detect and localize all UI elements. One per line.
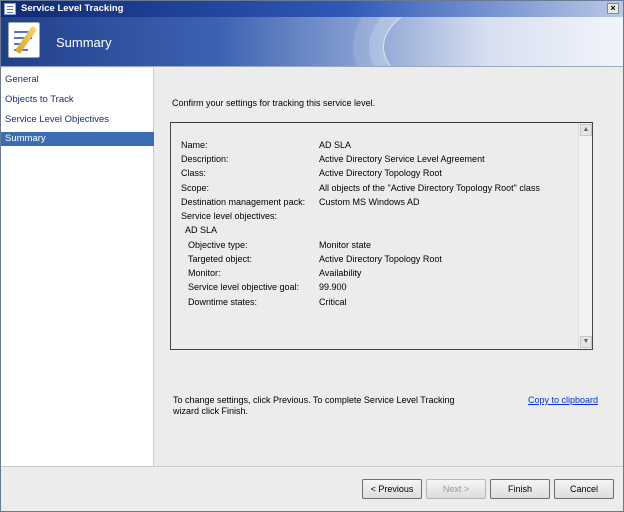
window-title: Service Level Tracking xyxy=(21,3,124,14)
header-banner: Summary xyxy=(1,17,623,67)
nav-item-summary[interactable]: Summary xyxy=(1,132,154,146)
main-panel: Confirm your settings for tracking this … xyxy=(155,68,623,466)
summary-row-targeted-object: Targeted object: Active Directory Topolog… xyxy=(188,254,442,264)
cancel-button[interactable]: Cancel xyxy=(554,479,614,499)
intro-text: Confirm your settings for tracking this … xyxy=(172,98,376,108)
scroll-up-icon[interactable]: ▲ xyxy=(580,124,592,136)
summary-scrollbar[interactable]: ▲ ▼ xyxy=(578,123,592,349)
summary-textbox[interactable]: Name: AD SLA Description: Active Directory… xyxy=(170,122,593,350)
button-bar: < Previous Next > Finish Cancel xyxy=(1,466,623,511)
window-app-icon xyxy=(4,3,16,15)
summary-row-management-pack: Destination management pack: Custom MS Wi… xyxy=(181,197,420,207)
previous-button[interactable]: < Previous xyxy=(362,479,422,499)
summary-row-goal: Service level objective goal: 99.900 xyxy=(188,282,347,292)
summary-row-class: Class: Active Directory Topology Root xyxy=(181,168,442,178)
summary-row-name: Name: AD SLA xyxy=(181,140,352,150)
summary-row-scope: Scope: All objects of the "Active Directo… xyxy=(181,183,540,193)
nav-item-objects-to-track[interactable]: Objects to Track xyxy=(1,93,154,107)
nav-item-general[interactable]: General xyxy=(1,73,154,87)
summary-row-slo-heading: Service level objectives: xyxy=(181,211,278,221)
nav-item-service-level-objectives[interactable]: Service Level Objectives xyxy=(1,113,154,127)
banner-decoration xyxy=(383,17,623,66)
finish-button[interactable]: Finish xyxy=(490,479,550,499)
summary-row-monitor: Monitor: Availability xyxy=(188,268,362,278)
wizard-nav: General Objects to Track Service Level O… xyxy=(1,68,154,466)
summary-row-objective-type: Objective type: Monitor state xyxy=(188,240,372,250)
instruction-text: To change settings, click Previous. To c… xyxy=(173,395,455,416)
next-button[interactable]: Next > xyxy=(426,479,486,499)
page-heading: Summary xyxy=(56,35,112,50)
summary-row-description: Description: Active Directory Service Lev… xyxy=(181,154,485,164)
close-button[interactable]: × xyxy=(607,3,619,14)
copy-to-clipboard-link[interactable]: Copy to clipboard xyxy=(528,395,598,405)
title-bar: Service Level Tracking × xyxy=(1,1,623,17)
summary-row-slo-name: AD SLA xyxy=(185,225,218,235)
wizard-page-icon xyxy=(8,22,40,58)
wizard-window: Service Level Tracking × Summary General… xyxy=(0,0,624,512)
scroll-down-icon[interactable]: ▼ xyxy=(580,336,592,348)
summary-row-downtime-states: Downtime states: Critical xyxy=(188,297,347,307)
